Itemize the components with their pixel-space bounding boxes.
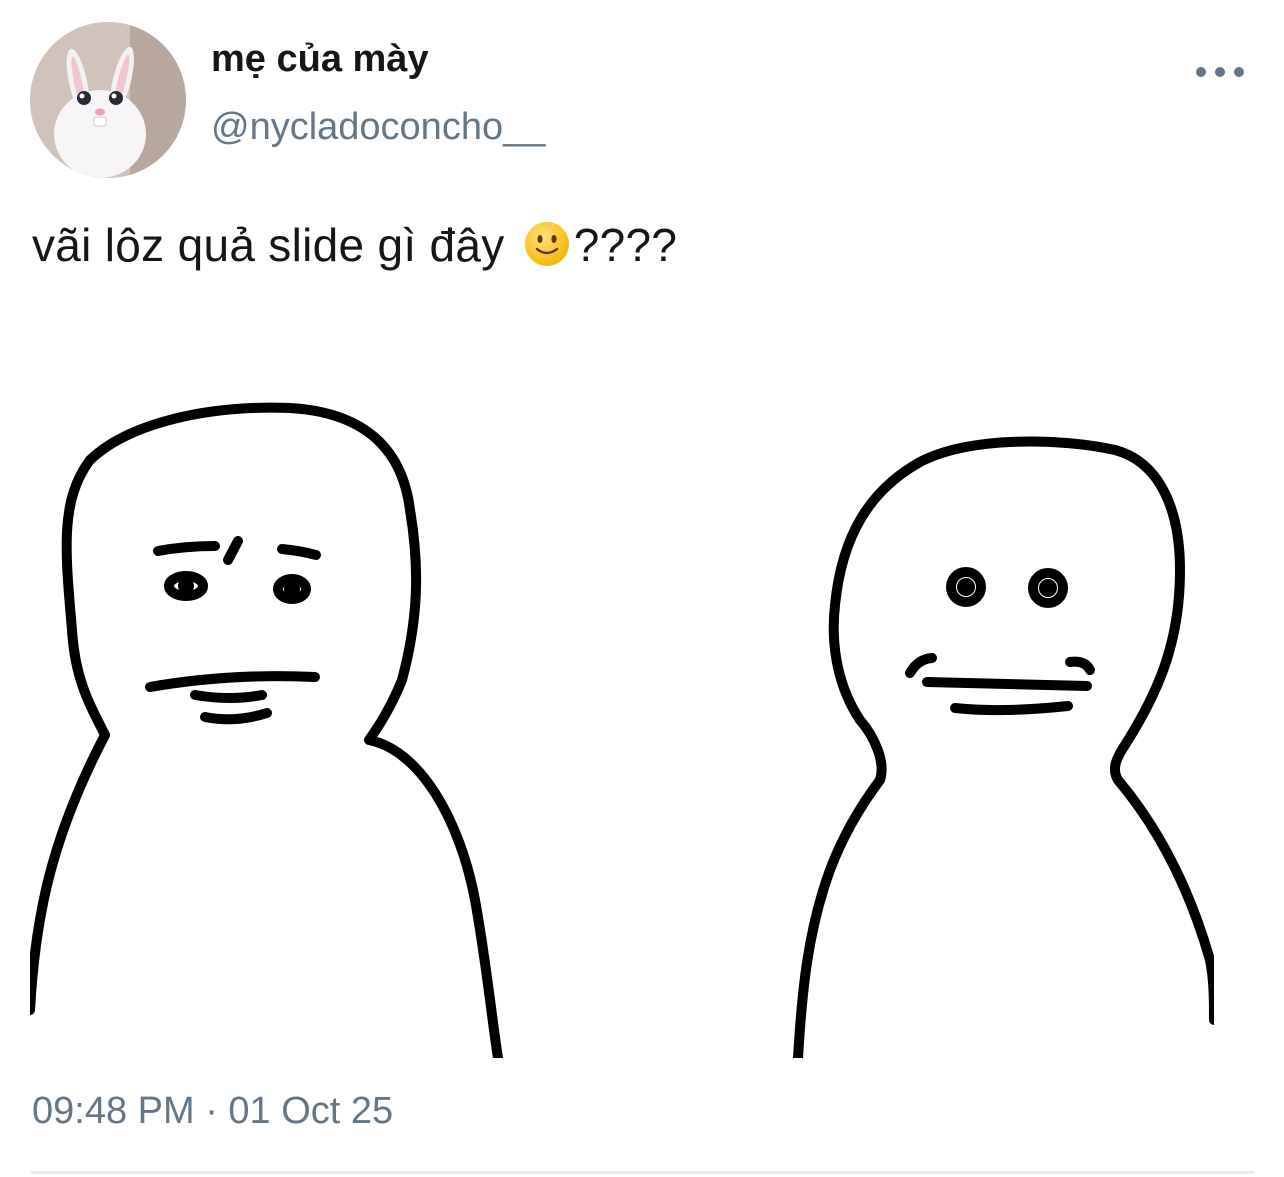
tweet-text: vãi lôz quả slide gì đây ???? bbox=[32, 218, 677, 272]
more-horizontal-icon[interactable] bbox=[1196, 58, 1244, 86]
left-figure-outline bbox=[30, 402, 503, 1058]
meme-two-figures-drawing bbox=[30, 402, 1214, 1058]
right-figure-outline bbox=[793, 436, 1214, 1058]
tweet-timestamp[interactable]: 09:48 PM · 01 Oct 25 bbox=[32, 1090, 393, 1133]
right-mouth-left-corner bbox=[905, 653, 937, 678]
tweet-media-image[interactable] bbox=[30, 350, 1214, 1058]
avatar[interactable] bbox=[30, 22, 186, 178]
right-mouth-lower bbox=[950, 701, 1073, 716]
left-mouth-lower bbox=[200, 708, 272, 725]
left-eyebrow-left bbox=[153, 541, 220, 556]
avatar-bunny-image bbox=[30, 22, 186, 178]
left-eyebrow-tick bbox=[223, 536, 243, 565]
slightly-smiling-face-icon bbox=[524, 222, 569, 266]
left-mouth-upper bbox=[145, 671, 320, 692]
right-mouth-line bbox=[922, 677, 1092, 691]
more-dot bbox=[1196, 67, 1206, 77]
display-name[interactable]: mẹ của mày bbox=[211, 38, 429, 81]
tweet-text-tail: ???? bbox=[573, 219, 678, 271]
right-mouth-right-corner bbox=[1065, 656, 1095, 675]
left-mouth-mid bbox=[190, 690, 267, 703]
more-dot bbox=[1215, 67, 1225, 77]
divider bbox=[30, 1171, 1254, 1174]
left-eyebrow-right bbox=[277, 544, 321, 560]
tweet-text-main: vãi lôz quả slide gì đây bbox=[32, 219, 505, 271]
more-dot bbox=[1234, 67, 1244, 77]
username-handle[interactable]: @nycladoconcho__ bbox=[211, 106, 545, 149]
